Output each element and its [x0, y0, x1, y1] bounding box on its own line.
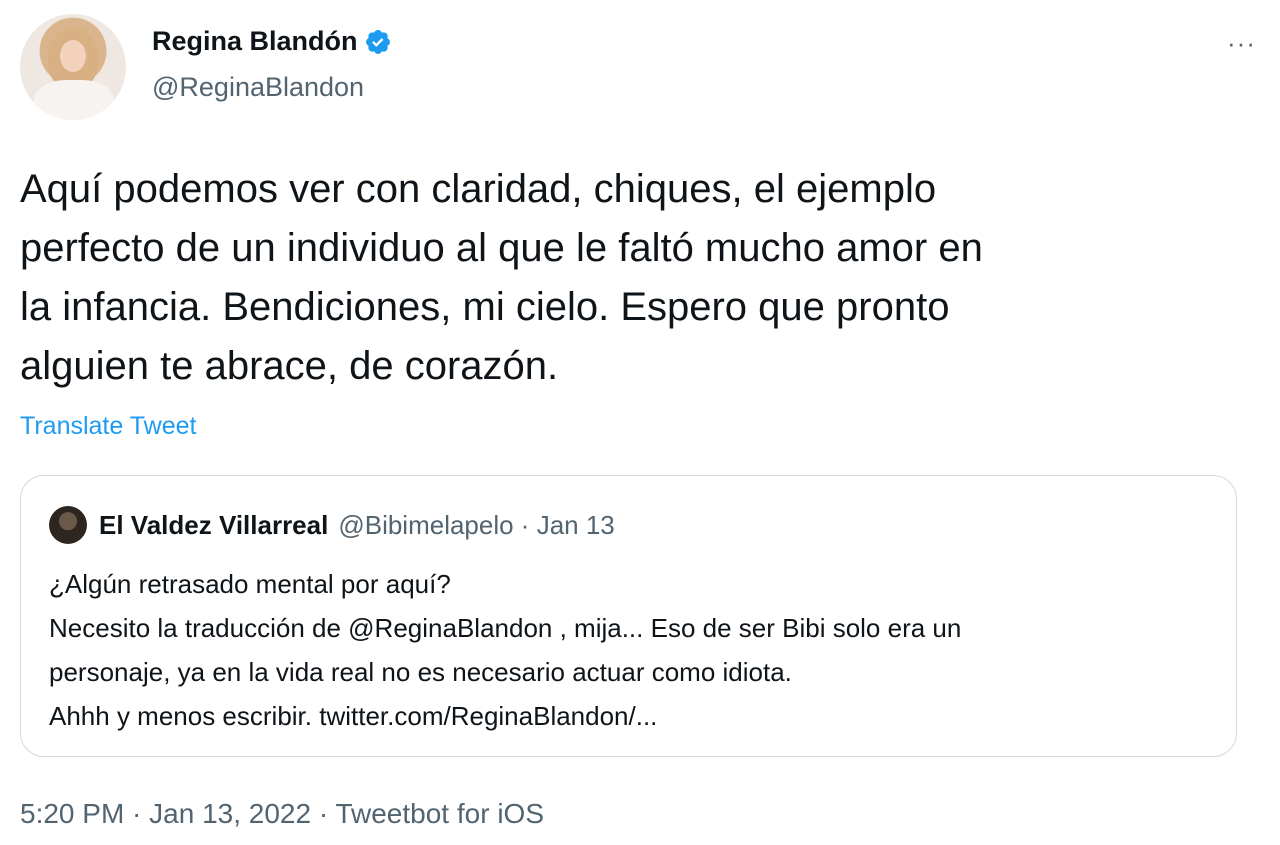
translate-tweet-link[interactable]: Translate Tweet: [20, 412, 196, 441]
more-options-icon[interactable]: ···: [1227, 28, 1256, 59]
quoted-author-name: El Valdez Villarreal: [99, 509, 329, 540]
quoted-tweet-header: El Valdez Villarreal @Bibimelapelo · Jan…: [49, 506, 615, 544]
author-handle[interactable]: @ReginaBlandon: [152, 72, 364, 103]
author-name[interactable]: Regina Blandón: [152, 26, 358, 57]
quoted-tweet-card[interactable]: El Valdez Villarreal @Bibimelapelo · Jan…: [20, 475, 1237, 757]
verified-badge-icon: [365, 29, 390, 54]
quoted-author-avatar: [49, 506, 87, 544]
avatar-face: [60, 40, 86, 72]
tweet-meta[interactable]: 5:20 PM · Jan 13, 2022 · Tweetbot for iO…: [20, 798, 544, 830]
quoted-tweet-text: ¿Algún retrasado mental por aquí? Necesi…: [49, 569, 962, 731]
author-avatar[interactable]: [20, 14, 126, 120]
tweet-text: Aquí podemos ver con claridad, chiques, …: [20, 167, 983, 388]
quoted-handle-date: @Bibimelapelo · Jan 13: [338, 509, 615, 540]
avatar-body: [34, 80, 114, 120]
author-name-row: Regina Blandón: [152, 26, 392, 57]
